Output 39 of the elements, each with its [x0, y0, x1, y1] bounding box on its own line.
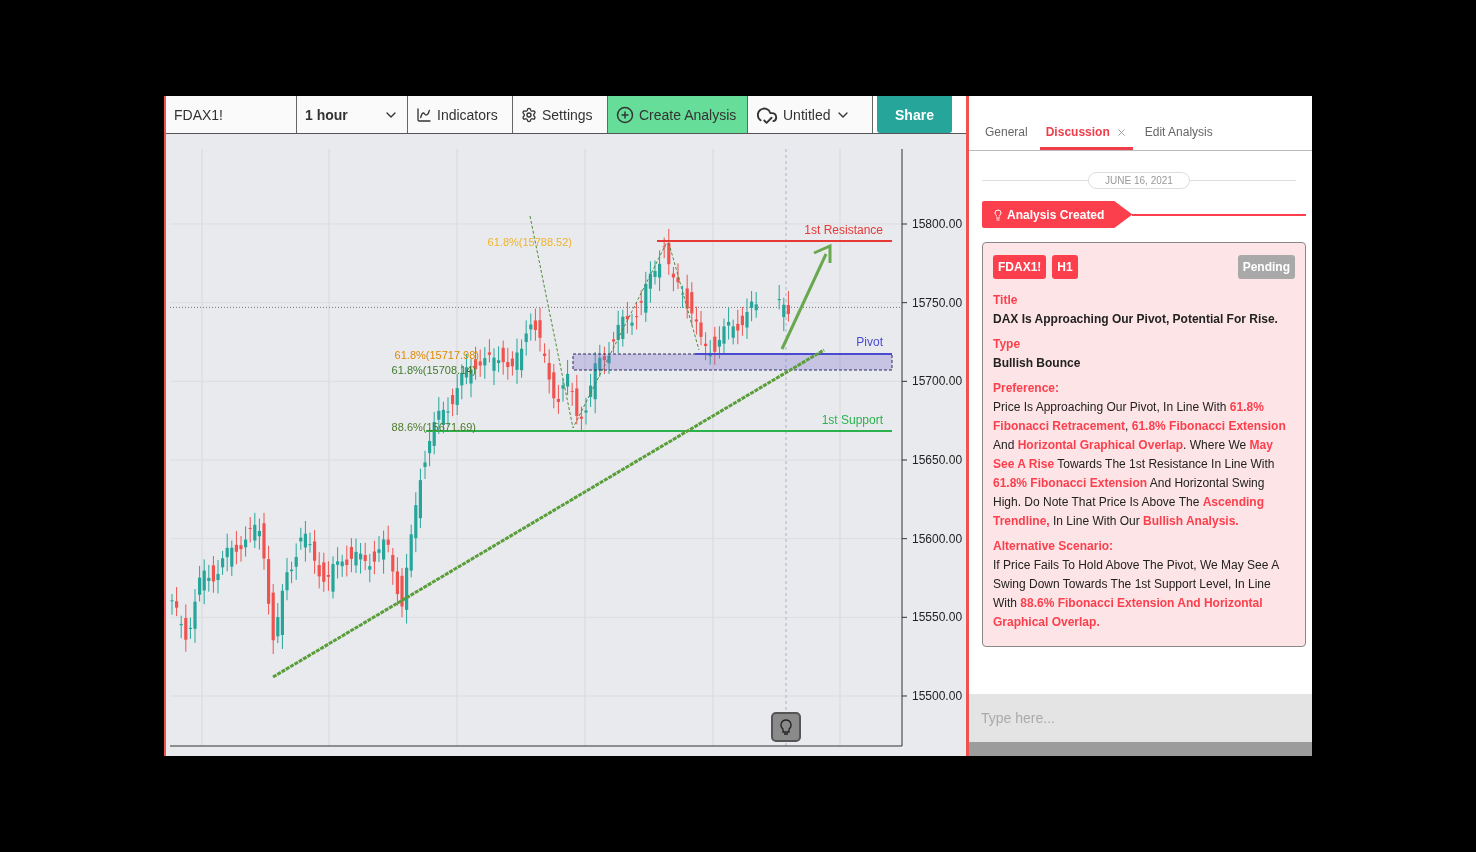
level-label: 1st Resistance — [804, 223, 883, 237]
price-label: 15650.00 — [912, 453, 963, 467]
price-label: 15700.00 — [912, 374, 963, 389]
section-heading: Title — [993, 292, 1019, 309]
price-label: 15750.00 — [912, 295, 963, 310]
interval-dropdown[interactable]: 1 hour — [297, 96, 408, 133]
create-analysis-button[interactable]: Create Analysis — [608, 96, 748, 133]
price-label: 15600.00 — [912, 531, 963, 546]
level-label: Pivot — [856, 335, 883, 349]
message-input[interactable]: Type here... — [969, 694, 1312, 742]
section-heading: Type — [993, 336, 1022, 353]
price-label: 15800.00 — [912, 217, 963, 231]
layout-dropdown[interactable]: Untitled — [748, 96, 873, 133]
event-banner: Analysis Created — [982, 201, 1133, 228]
fibonacci-label: 61.8%(15788.52) — [487, 236, 572, 248]
indicators-button[interactable]: Indicators — [408, 96, 513, 133]
panel-tab[interactable]: Discussion — [1039, 125, 1133, 150]
settings-icon — [521, 106, 537, 123]
symbol-field[interactable]: FDAX1! — [166, 96, 297, 133]
price-label: 15500.00 — [912, 689, 963, 703]
section-text: Bullish Bounce — [993, 355, 1082, 372]
timeframe-badge: H1 — [1052, 255, 1078, 279]
close-icon[interactable] — [1115, 126, 1127, 138]
plus-circle-icon — [616, 105, 634, 124]
section-text: DAX Is Approaching Our Pivot, Potential For Rise. — [993, 311, 1279, 328]
symbol-badge: FDAX1! — [993, 255, 1047, 279]
price-label: 15550.00 — [912, 610, 963, 625]
section-text: Price Is Approaching Our Pivot, In Line With 61.8% Fibonacci Retracement, 61.8% Fibonacci Extension And Horizontal Graphical Overlap. Where We May See A Rise Towards The 1st Resistance In Line With 61.8% Fibonacci Extension And Horizontal Swing High. Do Note That Price Is Above The Ascending Trendline, In Line With Our Bullish Analysis. — [993, 399, 1287, 530]
section-heading: Preference: — [993, 380, 1061, 397]
panel-tab[interactable]: General — [979, 125, 1034, 150]
section-heading: Alternative Scenario: — [993, 538, 1115, 555]
level-label: 1st Support — [821, 413, 883, 427]
status-badge: Pending — [1237, 255, 1295, 279]
lightbulb-icon — [992, 208, 1004, 221]
line-chart-icon — [416, 106, 432, 123]
section-text: If Price Fails To Hold Above The Pivot, We May See A Swing Down Towards The 1st Support Level, In Line With 88.6% Fibonacci Extension And Horizontal Graphical Overlap. — [993, 557, 1280, 631]
lightbulb-button[interactable] — [771, 712, 801, 742]
panel-tab[interactable]: Edit Analysis — [1138, 125, 1219, 150]
settings-button[interactable]: Settings — [513, 96, 608, 133]
